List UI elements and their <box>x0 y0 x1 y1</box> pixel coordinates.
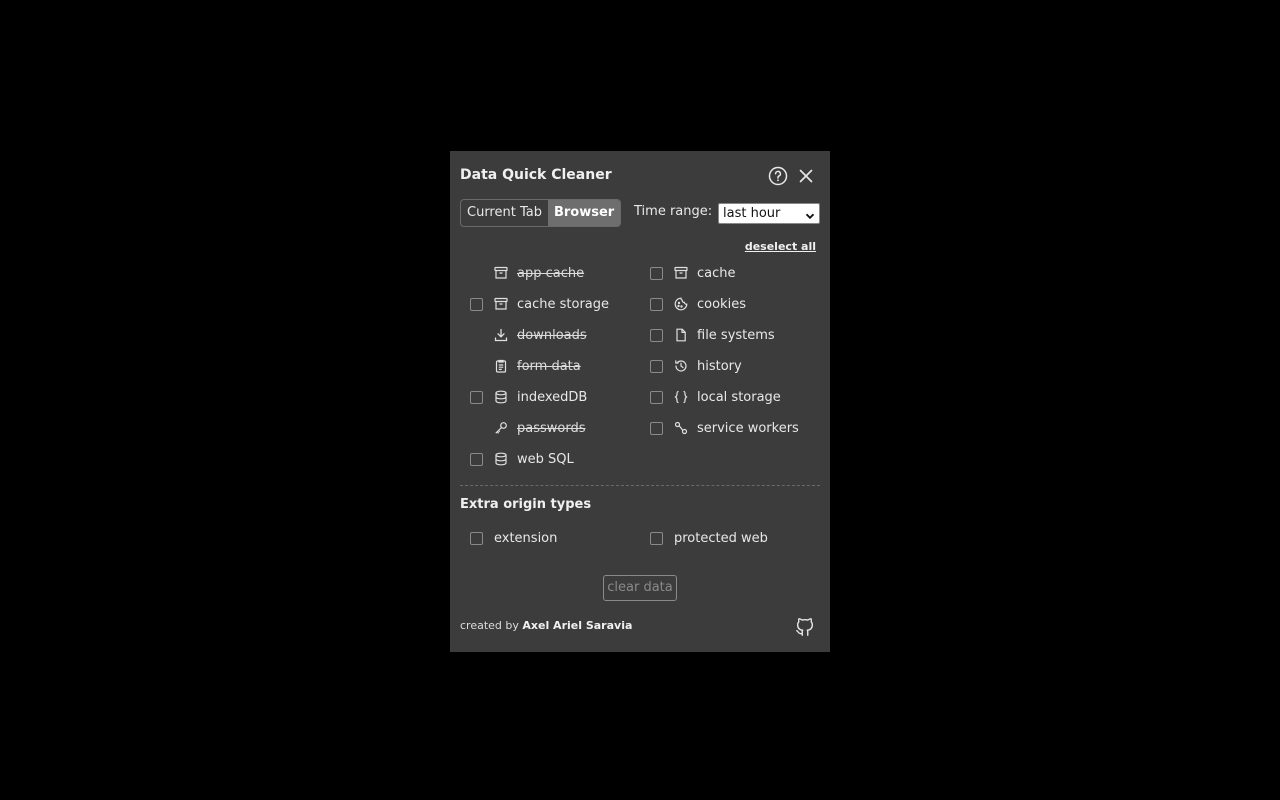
database-icon <box>493 451 509 467</box>
author-name: Axel Ariel Saravia <box>522 619 633 632</box>
local-storage-label: local storage <box>697 390 781 405</box>
form-data-label: form data <box>517 359 581 374</box>
time-range-value: last hour <box>723 206 781 221</box>
braces-icon <box>673 389 689 405</box>
time-range-label: Time range: <box>634 204 713 219</box>
key-icon <box>493 420 509 436</box>
deselect-all-link[interactable]: deselect all <box>745 240 816 253</box>
file-systems-label: file systems <box>697 328 775 343</box>
help-icon[interactable] <box>767 165 789 187</box>
cache-storage-label: cache storage <box>517 297 610 312</box>
downloads-label: downloads <box>517 328 587 343</box>
footer-credit: created by Axel Ariel Saravia <box>460 619 632 632</box>
cache-checkbox[interactable] <box>650 267 663 280</box>
file-icon <box>673 327 689 343</box>
local-storage-checkbox[interactable] <box>650 391 663 404</box>
history-label: history <box>697 359 742 374</box>
file-systems-checkbox[interactable] <box>650 329 663 342</box>
web-sql-checkbox[interactable] <box>470 453 483 466</box>
clipboard-icon <box>493 358 509 374</box>
database-icon <box>493 389 509 405</box>
cookies-label: cookies <box>697 297 746 312</box>
tab-browser[interactable]: Browser <box>547 200 621 226</box>
protected-web-checkbox[interactable] <box>650 532 663 545</box>
service-workers-label: service workers <box>697 421 799 436</box>
history-icon <box>673 358 689 374</box>
service-workers-checkbox[interactable] <box>650 422 663 435</box>
popup-panel: Data Quick Cleaner Current Tab Browser T… <box>450 151 830 652</box>
history-checkbox[interactable] <box>650 360 663 373</box>
app-cache-label: app cache <box>517 266 585 281</box>
extension-label: extension <box>494 531 558 546</box>
indexeddb-checkbox[interactable] <box>470 391 483 404</box>
github-icon[interactable] <box>794 616 816 638</box>
popup-title: Data Quick Cleaner <box>460 167 612 183</box>
download-icon <box>493 327 509 343</box>
chevron-down-icon <box>805 208 815 227</box>
archive-icon <box>493 296 509 312</box>
tab-current-tab[interactable]: Current Tab <box>461 200 548 226</box>
clear-data-button[interactable]: clear data <box>603 575 677 601</box>
cache-label: cache <box>697 266 736 281</box>
scope-toggle: Current Tab Browser <box>460 199 622 227</box>
web-sql-label: web SQL <box>517 452 574 467</box>
indexeddb-label: indexedDB <box>517 390 588 405</box>
archive-icon <box>673 265 689 281</box>
cookie-icon <box>673 296 689 312</box>
footer-prefix: created by <box>460 619 519 632</box>
close-icon[interactable] <box>795 165 817 187</box>
cache-storage-checkbox[interactable] <box>470 298 483 311</box>
route-icon <box>673 420 689 436</box>
time-range-select[interactable]: last hour <box>718 203 820 224</box>
archive-icon <box>493 265 509 281</box>
extra-origin-title: Extra origin types <box>460 497 592 512</box>
cookies-checkbox[interactable] <box>650 298 663 311</box>
section-divider <box>460 485 820 486</box>
protected-web-label: protected web <box>674 531 768 546</box>
extension-checkbox[interactable] <box>470 532 483 545</box>
passwords-label: passwords <box>517 421 586 436</box>
